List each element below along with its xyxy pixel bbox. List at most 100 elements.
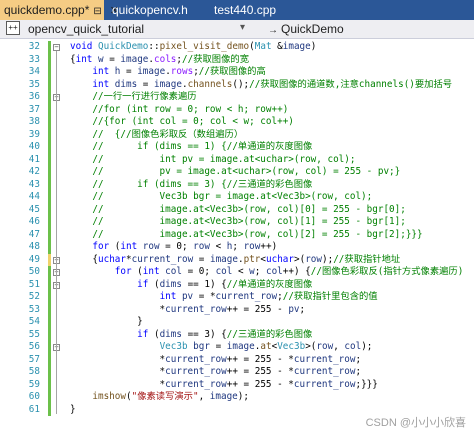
tab-test440-cpp[interactable]: test440.cpp	[210, 0, 292, 20]
code-token: //{for (int col = 0; col < w; col++)	[92, 116, 294, 127]
tab-label: quickdemo.cpp*	[4, 3, 90, 17]
line-number: 49	[28, 253, 40, 265]
code-text: for (int row = 0; row < h; row++)	[70, 241, 277, 254]
pin-icon[interactable]: ⊟	[93, 6, 101, 17]
code-line[interactable]: 53 *current_row++ = 255 - pv;	[0, 303, 474, 317]
code-line[interactable]: 55 if (dims == 3) {//三通道的彩色图像	[0, 328, 474, 342]
change-marker	[48, 91, 51, 104]
code-line[interactable]: 32 − void QuickDemo::pixel_visit_demo(Mat …	[0, 41, 474, 54]
code-line[interactable]: 37 //for (int row = 0; row < h; row++)	[0, 103, 474, 116]
change-marker	[48, 366, 51, 379]
code-text: void QuickDemo::pixel_visit_demo(Mat &im…	[70, 41, 316, 54]
code-token: }	[70, 316, 143, 327]
code-line[interactable]: 54 }	[0, 316, 474, 329]
code-token: ++) {	[282, 266, 311, 277]
change-marker	[48, 316, 51, 329]
code-line[interactable]: 43 // if (dims == 3) {//三通道的彩色图像	[0, 178, 474, 192]
line-number: 46	[28, 216, 40, 227]
line-number: 36	[28, 91, 40, 102]
code-token: ++ = 255 - *	[226, 366, 294, 377]
line-number: 58	[28, 366, 40, 377]
code-token: current_row	[165, 378, 227, 390]
line-number: 43	[28, 178, 40, 190]
code-line[interactable]: 40 // if (dims == 1) {//单通道的灰度图像	[0, 141, 474, 154]
tab-quickdemo-cpp[interactable]: quickdemo.cpp* ⊟ ✕	[0, 0, 119, 20]
code-token: //for (int row = 0; row < h; row++)	[92, 103, 289, 115]
code-line[interactable]: 33 {int w = image.cols;//获取图像的宽	[0, 53, 474, 66]
code-line[interactable]: 60 imshow("像素读写演示", image);	[0, 391, 474, 404]
code-text: *current_row++ = 255 - pv;	[70, 304, 306, 317]
code-token: ++)	[260, 241, 278, 252]
chevron-down-icon[interactable]: ▾	[240, 22, 245, 33]
line-number: 39	[28, 128, 40, 140]
code-token: =	[209, 341, 227, 352]
line-number: 42	[28, 166, 40, 177]
code-text: // image.at<Vec3b>(row, col)[0] = 255 - …	[70, 204, 405, 217]
code-token: QuickDemo	[98, 41, 149, 52]
code-text: }	[70, 404, 76, 417]
code-token: image	[120, 53, 149, 65]
code-line[interactable]: 44 // Vec3b bgr = image.at<Vec3b>(row, c…	[0, 191, 474, 204]
code-token: current_row	[293, 378, 356, 390]
code-text: // if (dims == 3) {//三通道的彩色图像	[70, 179, 312, 192]
code-line[interactable]: 51− if (dims == 1) {//单通道的灰度图像	[0, 278, 474, 291]
project-dropdown[interactable]: opencv_quick_tutorial	[28, 22, 144, 36]
code-token: //获取图像的高	[198, 66, 266, 77]
code-text: // image.at<Vec3b>(row, col)[1] = 255 - …	[70, 216, 405, 229]
code-text: // int pv = image.at<uchar>(row, col);	[70, 154, 355, 167]
code-token: = 0;	[159, 241, 194, 252]
code-line[interactable]: 41 // int pv = image.at<uchar>(row, col)…	[0, 153, 474, 167]
line-number: 59	[28, 378, 40, 390]
code-line[interactable]: 45 // image.at<Vec3b>(row, col)[0] = 255…	[0, 203, 474, 217]
code-line[interactable]: 39 // {//图像色彩取反（数组遍历）	[0, 128, 474, 141]
code-line[interactable]: 59 *current_row++ = 255 - *current_row;}…	[0, 378, 474, 391]
code-line[interactable]: 57 *current_row++ = 255 - *current_row;	[0, 353, 474, 366]
code-token: &	[271, 41, 283, 52]
code-token: <	[209, 241, 227, 252]
line-number: 38	[28, 116, 40, 127]
code-line[interactable]: 34 int h = image.rows;//获取图像的高	[0, 66, 474, 79]
change-marker	[48, 391, 51, 404]
code-line[interactable]: 52 int pv = *current_row;//获取指针里包含的值	[0, 291, 474, 304]
code-token: int	[159, 291, 182, 302]
code-token: //获取图像的通道数,注意channels()要加括号	[249, 78, 453, 90]
code-token: int	[142, 266, 166, 277]
code-line[interactable]: 35 int dims = image.channels();//获取图像的通道…	[0, 78, 474, 91]
code-line[interactable]: 50− for (int col = 0; col < w; col++) {/…	[0, 266, 474, 279]
code-token: row	[142, 241, 160, 252]
code-token: //获取指针地址	[333, 253, 401, 265]
code-editor[interactable]: 32 − void QuickDemo::pixel_visit_demo(Mat …	[0, 39, 474, 436]
code-text: imshow("像素读写演示", image);	[70, 391, 249, 404]
change-marker	[48, 203, 51, 216]
code-line[interactable]: 42 // pv = image.at<uchar>(row, col) = 2…	[0, 166, 474, 179]
code-text: int pv = *current_row;//获取指针里包含的值	[70, 291, 378, 304]
code-line[interactable]: 48 for (int row = 0; row < h; row++)	[0, 241, 474, 254]
line-number: 34	[28, 66, 40, 77]
tab-quickopencv-h[interactable]: quickopencv.h	[108, 0, 206, 20]
line-number: 50	[28, 266, 40, 277]
scope-dropdown[interactable]: → QuickDemo	[268, 22, 344, 36]
code-line[interactable]: 49− {uchar*current_row = image.ptr<uchar…	[0, 253, 474, 266]
code-token: //单通道的灰度图像	[226, 278, 313, 290]
code-token: ;	[232, 241, 244, 252]
code-text: if (dims == 3) {//三通道的彩色图像	[70, 329, 312, 342]
collapse-icon[interactable]: −	[53, 44, 60, 51]
code-line[interactable]: 38 //{for (int col = 0; col < w; col++)	[0, 116, 474, 129]
code-text: // if (dims == 1) {//单通道的灰度图像	[70, 141, 312, 154]
line-number: 40	[28, 141, 40, 152]
code-token: );	[237, 391, 249, 402]
code-line[interactable]: 56− Vec3b bgr = image.at<Vec3b>(row, col…	[0, 341, 474, 354]
code-line[interactable]: 47 // image.at<Vec3b>(row, col)[2] = 255…	[0, 228, 474, 241]
code-line[interactable]: 36− //一行一行进行像素遍历	[0, 91, 474, 104]
tab-label: quickopencv.h	[112, 3, 188, 17]
line-number: 61	[28, 403, 40, 415]
code-token: // image.at<Vec3b>(row, col)[2] = 255 - …	[92, 228, 423, 240]
code-token: ;}}}	[355, 378, 378, 390]
code-line[interactable]: 46 // image.at<Vec3b>(row, col)[1] = 255…	[0, 216, 474, 229]
code-token: pixel_visit_demo	[159, 41, 250, 52]
code-line[interactable]: 58 *current_row++ = 255 - *current_row;	[0, 366, 474, 379]
